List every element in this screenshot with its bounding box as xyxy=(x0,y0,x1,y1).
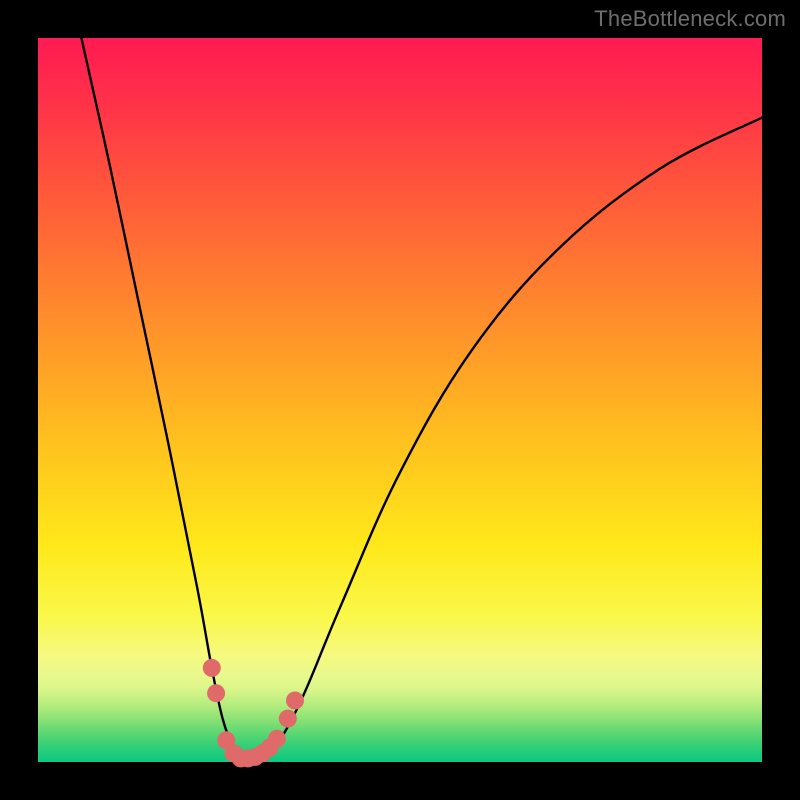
highlight-dots xyxy=(203,659,304,768)
highlight-dot xyxy=(203,659,221,677)
watermark-text: TheBottleneck.com xyxy=(594,6,786,32)
bottleneck-curve xyxy=(81,38,762,760)
highlight-dot xyxy=(279,710,297,728)
chart-frame: TheBottleneck.com xyxy=(0,0,800,800)
plot-area xyxy=(38,38,762,762)
highlight-dot xyxy=(268,730,286,748)
curve-svg xyxy=(38,38,762,762)
highlight-dot xyxy=(286,692,304,710)
highlight-dot xyxy=(207,684,225,702)
